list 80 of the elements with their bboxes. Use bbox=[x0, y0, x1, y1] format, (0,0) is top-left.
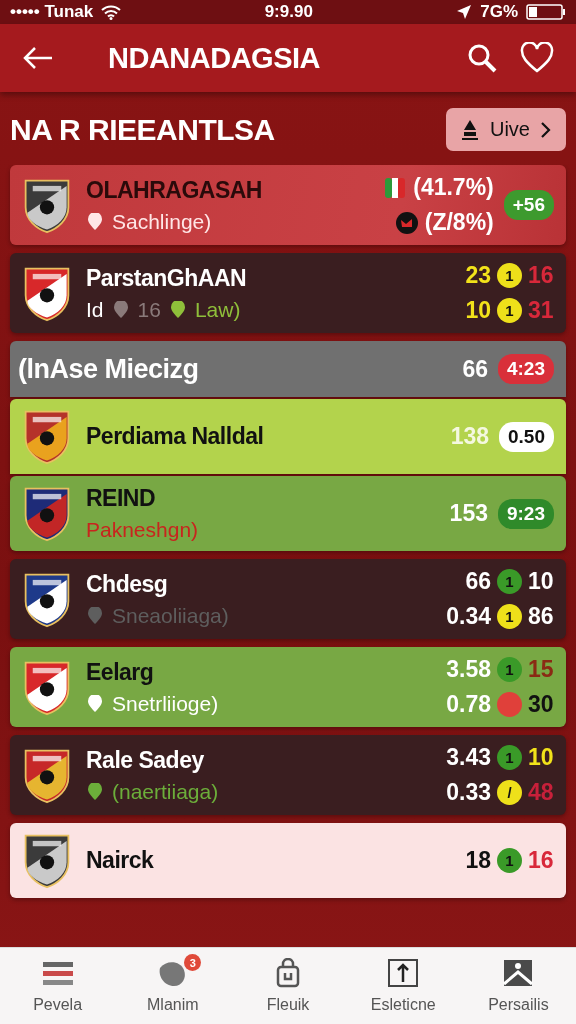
match-card[interactable]: Rale Sadey (naertiiaga) 3.43 1 10 0.33 / 48 bbox=[10, 735, 566, 815]
match-card[interactable]: Nairck 18 1 16 bbox=[10, 823, 566, 898]
indicator-dot: 1 bbox=[497, 848, 522, 873]
team-name: Rale Sadey bbox=[86, 746, 205, 774]
score-number: 15 bbox=[528, 656, 554, 683]
score-value: 3.43 bbox=[446, 744, 491, 771]
score-number: 16 bbox=[528, 262, 554, 289]
score-value: 18 bbox=[464, 847, 491, 874]
team-name: Nairck bbox=[86, 847, 155, 874]
score-value: 66 bbox=[461, 355, 488, 383]
change-badge: 9:23 bbox=[497, 498, 554, 529]
score-value: (Z/8%) bbox=[424, 209, 494, 236]
match-card[interactable]: Perdiama Nalldal 138 0.50 bbox=[10, 399, 566, 474]
battery-percent: 7G% bbox=[480, 2, 518, 22]
indicator-dot: 1 bbox=[497, 604, 522, 629]
location-icon bbox=[456, 4, 473, 20]
score-value: 0.78 bbox=[446, 691, 491, 718]
score-number: 48 bbox=[528, 779, 554, 806]
nav-tab[interactable]: Mlanim 3 bbox=[115, 948, 231, 1024]
team-subtitle: 16 bbox=[137, 297, 161, 322]
score-value: 10 bbox=[464, 297, 491, 324]
nav-tab[interactable]: Esleticne bbox=[345, 948, 461, 1024]
nav-tab[interactable]: Pevela bbox=[0, 948, 116, 1024]
score-value: 0.33 bbox=[446, 779, 491, 806]
score-number: 86 bbox=[528, 603, 554, 630]
team-subtitle: Sneaoliiaga) bbox=[112, 603, 229, 628]
live-button[interactable]: Uive bbox=[446, 108, 566, 151]
score-number: 31 bbox=[528, 297, 554, 324]
indicator-dot: / bbox=[497, 780, 522, 805]
match-card[interactable]: (lnAse Miecizg 66 4:23 bbox=[10, 341, 566, 397]
match-card[interactable]: ParstanGhAAN Id 16 Law) 23 1 16 10 1 31 bbox=[10, 253, 566, 333]
team-subtitle: Pakneshgn) bbox=[86, 518, 199, 542]
carrier-text: ••••• Tunak bbox=[10, 2, 94, 22]
notification-badge: 3 bbox=[184, 954, 202, 971]
team-subtitle: Law) bbox=[194, 297, 241, 322]
battery-icon bbox=[526, 4, 566, 20]
score-value: 23 bbox=[464, 262, 491, 289]
team-crest-icon bbox=[22, 485, 72, 542]
score-value: 3.58 bbox=[446, 656, 491, 683]
score-number: 10 bbox=[528, 744, 554, 771]
score-value: 138 bbox=[449, 423, 489, 450]
score-value: (41.7%) bbox=[413, 174, 494, 201]
team-subtitle: Sachlinge) bbox=[112, 209, 212, 234]
score-number: 30 bbox=[528, 691, 554, 718]
chevron-right-icon bbox=[540, 120, 552, 139]
indicator-dot: 1 bbox=[497, 263, 522, 288]
match-card[interactable]: REIND Pakneshgn) 153 9:23 bbox=[10, 476, 566, 551]
wifi-icon bbox=[101, 4, 122, 20]
section-title: NA R RIEEANTLSA bbox=[10, 112, 276, 147]
nav-tab[interactable]: Persailis bbox=[460, 948, 576, 1024]
indicator-dot: 1 bbox=[497, 298, 522, 323]
score-value: 66 bbox=[464, 568, 491, 595]
score-value: 153 bbox=[448, 500, 488, 527]
team-name: REIND bbox=[86, 485, 157, 512]
indicator-dot: 1 bbox=[497, 745, 522, 770]
match-card[interactable]: Chdesg Sneaoliiaga) 66 1 10 0.34 1 86 bbox=[10, 559, 566, 639]
team-name: (lnAse Miecizg bbox=[18, 353, 200, 385]
match-card[interactable]: Eelarg Snetrliioge) 3.58 1 15 0.78 30 bbox=[10, 647, 566, 727]
team-name: ParstanGhAAN bbox=[86, 264, 248, 292]
change-badge: 0.50 bbox=[499, 421, 554, 452]
nav-tab[interactable]: Fleuik bbox=[230, 948, 346, 1024]
clock-text: 9:9.90 bbox=[264, 2, 313, 22]
score-number: 16 bbox=[528, 847, 554, 874]
team-name: OLAHRAGASAH bbox=[86, 176, 263, 204]
team-name: Chdesg bbox=[86, 570, 169, 598]
score-number: 10 bbox=[528, 568, 554, 595]
indicator-dot: 1 bbox=[497, 569, 522, 594]
team-subtitle: Id bbox=[86, 297, 104, 322]
screen-title: NDANADAGSIA bbox=[108, 41, 320, 75]
team-subtitle: Snetrliioge) bbox=[112, 691, 219, 716]
team-name: Perdiama Nalldal bbox=[86, 423, 265, 450]
change-badge: +56 bbox=[503, 190, 554, 220]
indicator-dot: 1 bbox=[497, 657, 522, 682]
team-crest-icon bbox=[22, 408, 72, 465]
team-crest-icon bbox=[22, 832, 72, 889]
picture-frame-icon bbox=[501, 958, 536, 988]
team-name: Eelarg bbox=[86, 658, 155, 686]
score-value: 0.34 bbox=[446, 603, 491, 630]
team-subtitle: (naertiiaga) bbox=[112, 779, 219, 804]
change-badge: 4:23 bbox=[497, 354, 554, 384]
